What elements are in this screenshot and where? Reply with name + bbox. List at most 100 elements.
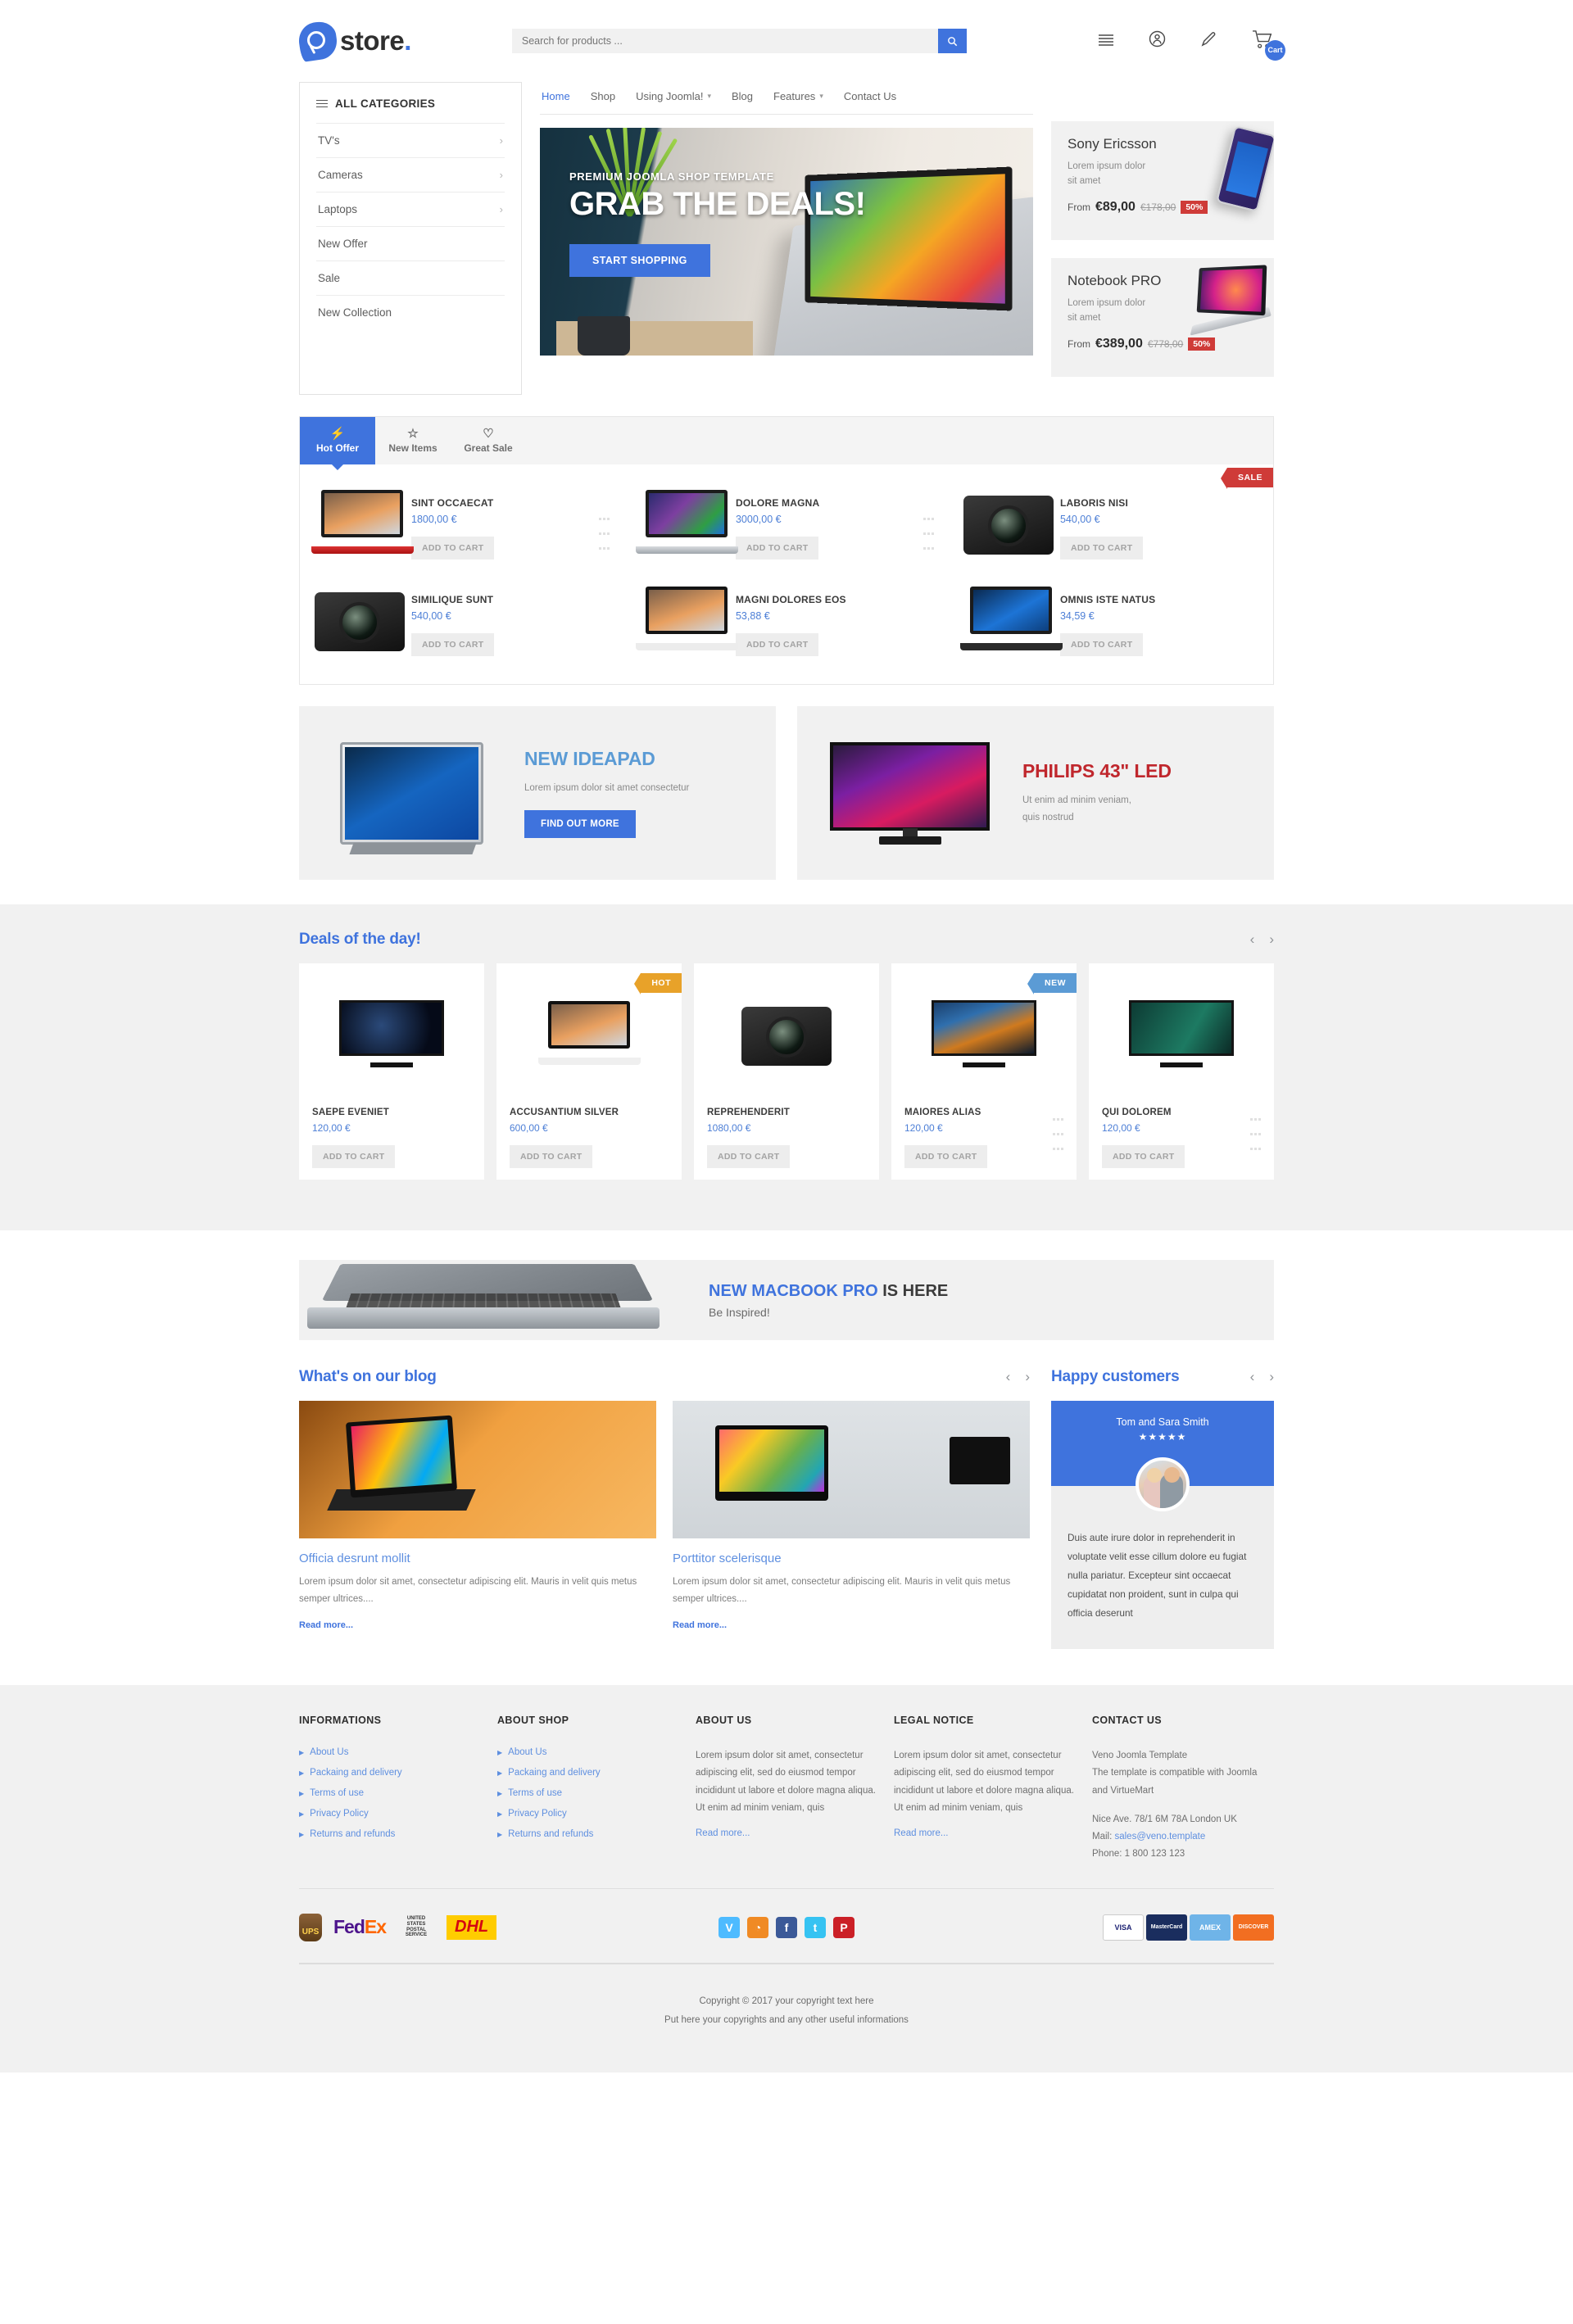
add-to-cart-button[interactable]: ADD TO CART [707,1145,791,1168]
contact-mail-link[interactable]: sales@veno.template [1114,1832,1205,1842]
macbook-banner[interactable]: NEW MACBOOK PRO IS HERE Be Inspired! [299,1260,1274,1340]
add-to-cart-button[interactable]: ADD TO CART [904,1145,988,1168]
deal-card[interactable]: HOT ACCUSANTIUM SILVER 600,00 € ADD TO C… [496,963,682,1180]
carousel-next-icon[interactable]: › [1025,1369,1030,1385]
blog-post-card[interactable]: Officia desrunt mollit Lorem ipsum dolor… [299,1401,656,1632]
footer-link[interactable]: ▶ Returns and refunds [299,1829,481,1839]
product-price: 540,00 € [411,610,451,622]
nav-item-contact-us[interactable]: Contact Us [844,90,896,102]
promo-banner-row: NEW IDEAPAD Lorem ipsum dolor sit amet c… [299,706,1274,880]
tab-great-sale[interactable]: ♡ Great Sale [451,417,526,464]
tab-new-items[interactable]: ☆ New Items [375,417,451,464]
carousel-next-icon[interactable]: › [1269,1369,1274,1385]
add-to-cart-button[interactable]: ADD TO CART [510,1145,593,1168]
blog-post-title[interactable]: Porttitor scelerisque [673,1552,1030,1565]
footer-link[interactable]: ▶ Privacy Policy [299,1809,481,1819]
dhl-logo-icon: DHL [447,1914,497,1940]
sidebar-item-cameras[interactable]: Cameras › [316,157,505,192]
product-card[interactable]: MAGNI DOLORES EOS 53,88 € ADD TO CART [624,573,949,669]
find-out-more-button[interactable]: FIND OUT MORE [524,809,636,838]
usps-logo-icon: UNITED STATES POSTAL SERVICE [405,1916,428,1938]
testimonial-author: Tom and Sara Smith [1116,1416,1209,1428]
search-input[interactable] [511,29,938,53]
read-more-link[interactable]: Read more... [299,1620,353,1630]
add-to-cart-button[interactable]: ADD TO CART [1059,537,1144,559]
carousel-prev-icon[interactable]: ‹ [1250,931,1255,948]
deal-price: 120,00 € [904,1122,943,1134]
sidebar-item-new-offer[interactable]: New Offer [316,226,505,260]
banner-philips-led[interactable]: PHILIPS 43" LED Ut enim ad minim veniam,… [797,706,1274,880]
product-card[interactable]: SALE LABORIS NISI 540,00 € ADD TO CART [949,468,1273,573]
footer-link[interactable]: ▶ Returns and refunds [497,1829,679,1839]
search-box[interactable] [511,29,967,53]
twitter-icon[interactable]: t [805,1916,826,1938]
footer-link[interactable]: ▶ About Us [497,1747,679,1757]
deal-card[interactable]: QUI DOLOREM 120,00 € ADD TO CART [1089,963,1274,1180]
rss-icon[interactable]: ◔ [747,1916,768,1938]
vimeo-icon[interactable]: V [719,1916,740,1938]
promo-card-sony-ericsson[interactable]: Sony Ericsson Lorem ipsum dolor sit amet … [1051,121,1274,240]
nav-item-shop[interactable]: Shop [591,90,615,102]
deal-card[interactable]: SAEPE EVENIET 120,00 € ADD TO CART [299,963,484,1180]
sidebar-item-tvs[interactable]: TV's › [316,123,505,157]
deal-card[interactable]: NEW MAIORES ALIAS 120,00 € ADD TO CART [891,963,1077,1180]
deal-card[interactable]: REPREHENDERIT 1080,00 € ADD TO CART [694,963,879,1180]
pinterest-icon[interactable]: P [833,1916,854,1938]
promo-card-notebook-pro[interactable]: Notebook PRO Lorem ipsum dolor sit amet F… [1051,258,1274,377]
edit-pencil-icon[interactable] [1200,30,1217,52]
user-account-icon[interactable] [1149,30,1166,52]
nav-item-features[interactable]: Features ▾ [773,90,823,102]
add-to-cart-button[interactable]: ADD TO CART [735,633,819,656]
add-to-cart-button[interactable]: ADD TO CART [735,537,819,559]
sidebar-item-label: Laptops [318,203,358,215]
nav-item-blog[interactable]: Blog [732,90,753,102]
start-shopping-button[interactable]: START SHOPPING [569,244,710,277]
blog-post-title[interactable]: Officia desrunt mollit [299,1552,656,1565]
add-to-cart-button[interactable]: ADD TO CART [312,1145,396,1168]
site-logo[interactable]: store. [297,20,411,62]
footer-link[interactable]: ▶ Packaing and delivery [497,1768,679,1778]
read-more-link[interactable]: Read more... [696,1828,750,1838]
sidebar-item-new-collection[interactable]: New Collection [316,295,505,329]
add-to-cart-button[interactable]: ADD TO CART [411,633,495,656]
product-card[interactable]: DOLORE MAGNA 3000,00 € ADD TO CART [624,476,949,573]
carousel-prev-icon[interactable]: ‹ [1006,1369,1011,1385]
add-to-cart-button[interactable]: ADD TO CART [1059,633,1144,656]
sidebar-item-sale[interactable]: Sale [316,260,505,295]
copyright-bar: Copyright © 2017 your copyright text her… [299,1962,1274,2073]
read-more-link[interactable]: Read more... [894,1828,948,1838]
footer-link[interactable]: ▶ Terms of use [299,1788,481,1798]
facebook-icon[interactable]: f [776,1916,797,1938]
shopping-cart-icon[interactable]: Cart [1252,29,1285,61]
nav-item-home[interactable]: Home [542,90,570,102]
footer-link[interactable]: ▶ Packaing and delivery [299,1768,481,1778]
carousel-prev-icon[interactable]: ‹ [1250,1369,1255,1385]
footer-link[interactable]: ▶ Terms of use [497,1788,679,1798]
product-name: SIMILIQUE SUNT [411,594,494,605]
product-card[interactable]: SIMILIQUE SUNT 540,00 € ADD TO CART [300,573,624,669]
carousel-next-icon[interactable]: › [1269,931,1274,948]
product-card[interactable]: OMNIS ISTE NATUS 34,59 € ADD TO CART [949,573,1273,669]
read-more-link[interactable]: Read more... [673,1620,727,1630]
footer-link[interactable]: ▶ Privacy Policy [497,1809,679,1819]
hero-slider[interactable]: PREMIUM JOOMLA SHOP TEMPLATE GRAB THE DE… [540,128,1033,356]
chevron-down-icon: ▾ [819,92,823,100]
banner-new-ideapad[interactable]: NEW IDEAPAD Lorem ipsum dolor sit amet c… [299,706,776,880]
add-to-cart-button[interactable]: ADD TO CART [1102,1145,1185,1168]
add-to-cart-button[interactable]: ADD TO CART [411,537,495,559]
testimonial-carousel-arrows: ‹ › [1250,1369,1274,1385]
sidebar-item-laptops[interactable]: Laptops › [316,192,505,226]
menu-icon[interactable] [1098,33,1114,50]
deal-image [1102,981,1261,1086]
tab-hot-offer[interactable]: ⚡ Hot Offer [300,417,375,470]
promo-from-label: From [1068,201,1090,213]
search-button[interactable] [937,29,967,53]
contact-compat: The template is compatible with Joomla a… [1092,1768,1258,1796]
product-card[interactable]: SINT OCCAECAT 1800,00 € ADD TO CART [300,476,624,573]
star-icon: ☆ [407,427,419,441]
nav-item-using-joomla[interactable]: Using Joomla! ▾ [636,90,711,102]
blog-post-card[interactable]: Porttitor scelerisque Lorem ipsum dolor … [673,1401,1030,1632]
product-image [635,586,738,653]
footer-link[interactable]: ▶ About Us [299,1747,481,1757]
promo-old-price: €178,00 [1140,201,1176,213]
